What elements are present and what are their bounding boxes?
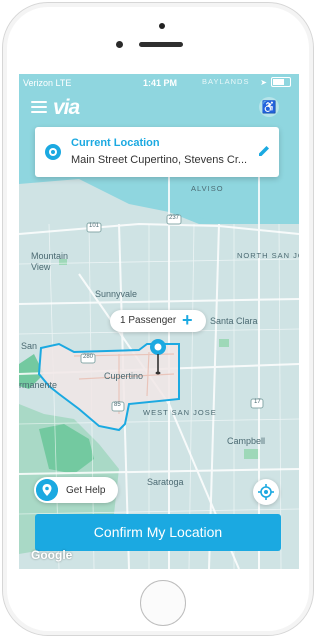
via-logo: via	[53, 96, 80, 119]
map-label-campbell: Campbell	[227, 436, 266, 446]
menu-icon[interactable]	[31, 101, 47, 113]
google-logo: Google	[31, 548, 73, 562]
location-target-icon	[45, 144, 61, 160]
carrier-label: Verizon LTE	[23, 78, 72, 88]
map-label-alviso: ALVISO	[191, 184, 224, 193]
location-pin-icon	[150, 339, 166, 375]
map-label-santa-clara: Santa Clara	[210, 316, 258, 326]
status-time: 1:41 PM	[143, 78, 178, 88]
park	[219, 339, 229, 347]
map-label-north-san-jose: NORTH SAN JO	[237, 251, 299, 260]
map-label-cupertino: Cupertino	[104, 371, 144, 381]
map-label-sunnyvale: Sunnyvale	[95, 289, 138, 299]
app-screen: 237 101 280 85 17 ALVISO Mountain View N…	[19, 74, 299, 569]
earpiece-speaker	[139, 42, 183, 47]
park	[244, 449, 260, 459]
map-label-baylands: BAYLANDS	[202, 77, 250, 86]
crosshair-icon	[258, 484, 274, 500]
road-280-label: 280	[83, 354, 94, 360]
map-label-permanente: rmanente	[19, 380, 58, 390]
add-passenger-icon[interactable]: +	[182, 311, 193, 329]
recenter-button[interactable]	[253, 479, 279, 505]
map-label-west-san-jose: WEST SAN JOSE	[143, 408, 217, 417]
help-pin-icon	[36, 479, 58, 501]
location-address: Main Street Cupertino, Stevens Cr...	[71, 154, 248, 166]
pencil-icon[interactable]	[257, 144, 271, 158]
road-17-label: 17	[254, 399, 261, 405]
status-bar: Verizon LTE 1:41 PM BAYLANDS ➤	[19, 74, 299, 92]
map-label-san: San	[21, 341, 38, 351]
passenger-selector[interactable]: 1 Passenger +	[110, 310, 206, 332]
location-title: Current Location	[71, 137, 160, 149]
front-camera	[116, 41, 123, 48]
get-help-label: Get Help	[66, 485, 106, 496]
battery-icon	[271, 77, 291, 87]
proximity-sensor	[159, 23, 165, 29]
status-icons: ➤	[260, 77, 291, 87]
get-help-button[interactable]: Get Help	[34, 477, 118, 503]
road-237-label: 237	[169, 215, 180, 221]
map-label-mountain-view: Mountain View	[31, 251, 69, 272]
road-85-label: 85	[114, 402, 121, 408]
wheelchair-icon[interactable]: ♿	[259, 97, 279, 117]
current-location-card[interactable]: Current Location Main Street Cupertino, …	[35, 127, 279, 177]
location-arrow-icon: ➤	[260, 77, 267, 87]
confirm-location-button[interactable]: Confirm My Location	[35, 514, 281, 551]
passenger-count-label: 1 Passenger	[120, 315, 177, 326]
road-101-label: 101	[89, 223, 100, 229]
map-label-saratoga: Saratoga	[147, 477, 184, 487]
home-button[interactable]	[140, 580, 186, 626]
